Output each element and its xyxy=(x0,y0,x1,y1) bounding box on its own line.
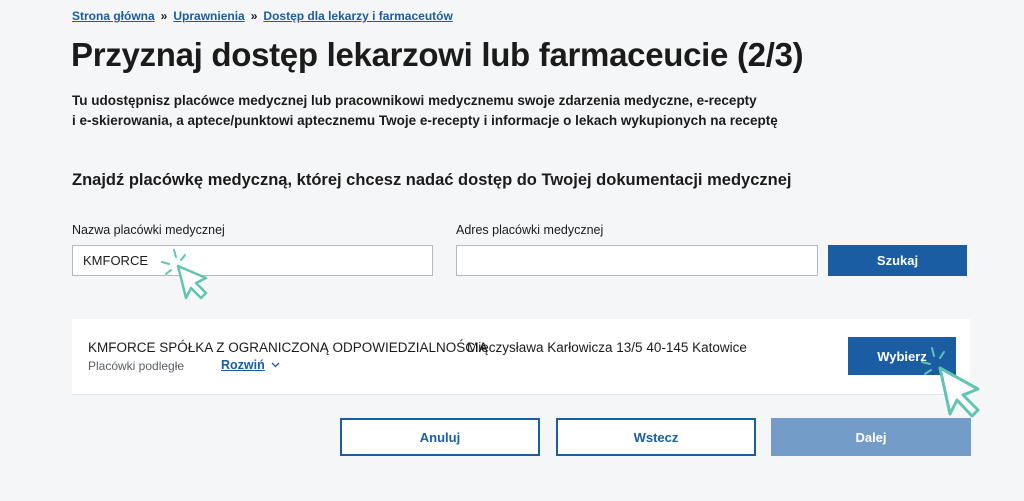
facility-name-label: Nazwa placówki medycznej xyxy=(72,223,225,237)
facility-address-input[interactable] xyxy=(456,245,818,276)
subordinate-facilities-label: Placówki podległe xyxy=(88,359,185,373)
search-button[interactable]: Szukaj xyxy=(828,245,967,276)
page-intro: Tu udostępnisz placówce medycznej lub pr… xyxy=(72,91,832,131)
expand-label: Rozwiń xyxy=(221,358,265,372)
facility-result-row: KMFORCE SPÓŁKA Z OGRANICZONĄ ODPOWIEDZIA… xyxy=(72,319,970,395)
back-button[interactable]: Wstecz xyxy=(556,418,756,456)
facility-name: KMFORCE SPÓŁKA Z OGRANICZONĄ ODPOWIEDZIA… xyxy=(88,340,488,355)
next-button[interactable]: Dalej xyxy=(771,418,971,456)
breadcrumb-separator: » xyxy=(160,9,168,23)
facility-address: Mieczysława Karłowicza 13/5 40-145 Katow… xyxy=(467,340,747,355)
breadcrumb-doctors-link[interactable]: Dostęp dla lekarzy i farmaceutów xyxy=(263,9,452,23)
pointer-cursor-icon xyxy=(921,347,980,418)
intro-line: Tu udostępnisz placówce medycznej lub pr… xyxy=(72,93,757,108)
breadcrumb: Strona główna » Uprawnienia » Dostęp dla… xyxy=(72,9,453,23)
search-heading: Znajdź placówkę medyczną, której chcesz … xyxy=(72,171,792,189)
breadcrumb-separator: » xyxy=(250,9,258,23)
cancel-button[interactable]: Anuluj xyxy=(340,418,540,456)
intro-line: i e-skierowania, a aptece/punktowi aptec… xyxy=(72,113,778,128)
breadcrumb-home-link[interactable]: Strona główna xyxy=(72,9,155,23)
facility-address-label: Adres placówki medycznej xyxy=(456,223,604,237)
page-title: Przyznaj dostęp lekarzowi lub farmaceuci… xyxy=(71,36,804,73)
chevron-down-icon xyxy=(271,362,280,368)
facility-name-input[interactable] xyxy=(72,245,433,276)
expand-link[interactable]: Rozwiń xyxy=(221,358,280,372)
breadcrumb-permissions-link[interactable]: Uprawnienia xyxy=(173,9,244,23)
pointer-cursor-icon xyxy=(161,249,208,300)
